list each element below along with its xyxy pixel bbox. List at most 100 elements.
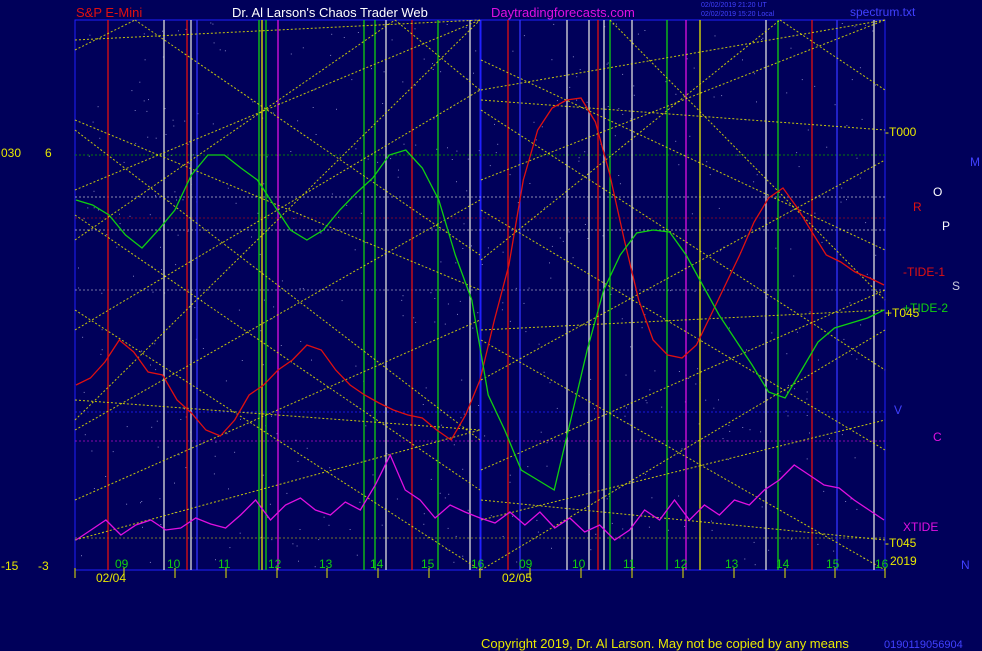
star-dot	[860, 324, 862, 326]
star-dot	[349, 529, 351, 530]
star-dot	[746, 349, 747, 351]
star-dot	[806, 458, 808, 460]
star-dot	[834, 104, 836, 106]
left-axis-bottom-b: -3	[38, 559, 49, 573]
star-dot	[553, 23, 555, 25]
star-dot	[93, 207, 95, 209]
star-dot	[430, 478, 432, 480]
star-dot	[262, 474, 264, 476]
star-dot	[227, 187, 229, 189]
star-dot	[817, 359, 819, 361]
star-dot	[737, 154, 739, 156]
label-r-right: R	[913, 200, 922, 214]
star-dot	[790, 47, 792, 49]
label-c-right: C	[933, 430, 942, 444]
star-dot	[174, 482, 175, 484]
star-dot	[164, 108, 166, 110]
star-dot	[754, 564, 756, 566]
star-dot	[299, 288, 301, 290]
star-dot	[841, 434, 843, 436]
star-dot	[471, 245, 472, 247]
star-dot	[119, 223, 121, 225]
star-dot	[678, 164, 680, 166]
star-dot	[456, 150, 458, 152]
star-dot	[728, 425, 730, 426]
star-dot	[742, 59, 743, 61]
star-dot	[281, 280, 283, 282]
star-dot	[129, 215, 131, 217]
star-dot	[529, 183, 531, 184]
star-dot	[630, 346, 632, 348]
star-dot	[578, 160, 580, 162]
star-dot	[178, 30, 179, 32]
star-dot	[116, 246, 118, 248]
star-dot	[711, 529, 713, 531]
star-dot	[546, 442, 548, 444]
star-dot	[156, 420, 158, 422]
star-dot	[97, 106, 99, 108]
star-dot	[456, 181, 457, 183]
star-dot	[512, 50, 514, 52]
header-stamp-local: 02/02/2019 15:20 Local	[701, 11, 775, 18]
star-dot	[856, 358, 858, 360]
hour-label: 12	[674, 557, 688, 571]
star-dot	[833, 550, 835, 552]
star-dot	[487, 247, 489, 249]
star-dot	[806, 415, 808, 416]
star-dot	[718, 207, 720, 209]
label-t045-lower: -T045	[885, 536, 917, 550]
star-dot	[462, 555, 464, 557]
star-dot	[101, 349, 103, 351]
star-dot	[584, 151, 586, 153]
star-dot	[126, 426, 128, 428]
star-dot	[346, 204, 348, 206]
star-dot	[467, 509, 469, 511]
star-dot	[433, 118, 435, 120]
footer-stamp: 0190119056904	[884, 639, 963, 651]
star-dot	[856, 508, 858, 510]
star-dot	[157, 446, 159, 448]
star-dot	[314, 566, 316, 568]
star-dot	[846, 199, 847, 201]
star-dot	[543, 371, 545, 373]
star-dot	[252, 101, 254, 103]
star-dot	[695, 383, 697, 385]
star-dot	[263, 299, 265, 301]
star-dot	[618, 108, 620, 110]
star-dot	[155, 195, 156, 197]
star-dot	[801, 79, 803, 81]
star-dot	[646, 402, 648, 404]
date-label-day2: 02/05	[502, 571, 533, 585]
star-dot	[297, 120, 299, 122]
star-dot	[446, 549, 448, 551]
star-dot	[523, 302, 525, 304]
star-dot	[260, 330, 262, 332]
star-dot	[266, 156, 268, 158]
star-dot	[727, 459, 729, 461]
star-dot	[351, 79, 353, 81]
label-s-right: S	[952, 279, 961, 293]
star-dot	[619, 183, 621, 185]
star-dot	[859, 67, 861, 69]
star-dot	[823, 490, 825, 492]
star-dot	[224, 50, 226, 52]
star-dot	[311, 359, 312, 361]
star-dot	[147, 136, 149, 138]
star-dot	[481, 264, 483, 265]
star-dot	[843, 338, 845, 340]
star-dot	[796, 152, 798, 154]
star-dot	[92, 121, 94, 123]
star-dot	[841, 187, 843, 189]
star-dot	[455, 535, 457, 537]
label-o-right: O	[933, 185, 943, 199]
star-dot	[549, 382, 551, 384]
star-dot	[475, 50, 477, 52]
star-dot	[872, 30, 874, 32]
star-dot	[302, 47, 304, 49]
header-site[interactable]: Daytradingforecasts.com	[491, 6, 635, 19]
star-dot	[528, 287, 530, 289]
hour-label: 11	[218, 557, 231, 571]
hour-label: 11	[623, 557, 636, 571]
star-dot	[148, 99, 149, 101]
star-dot	[465, 27, 467, 29]
